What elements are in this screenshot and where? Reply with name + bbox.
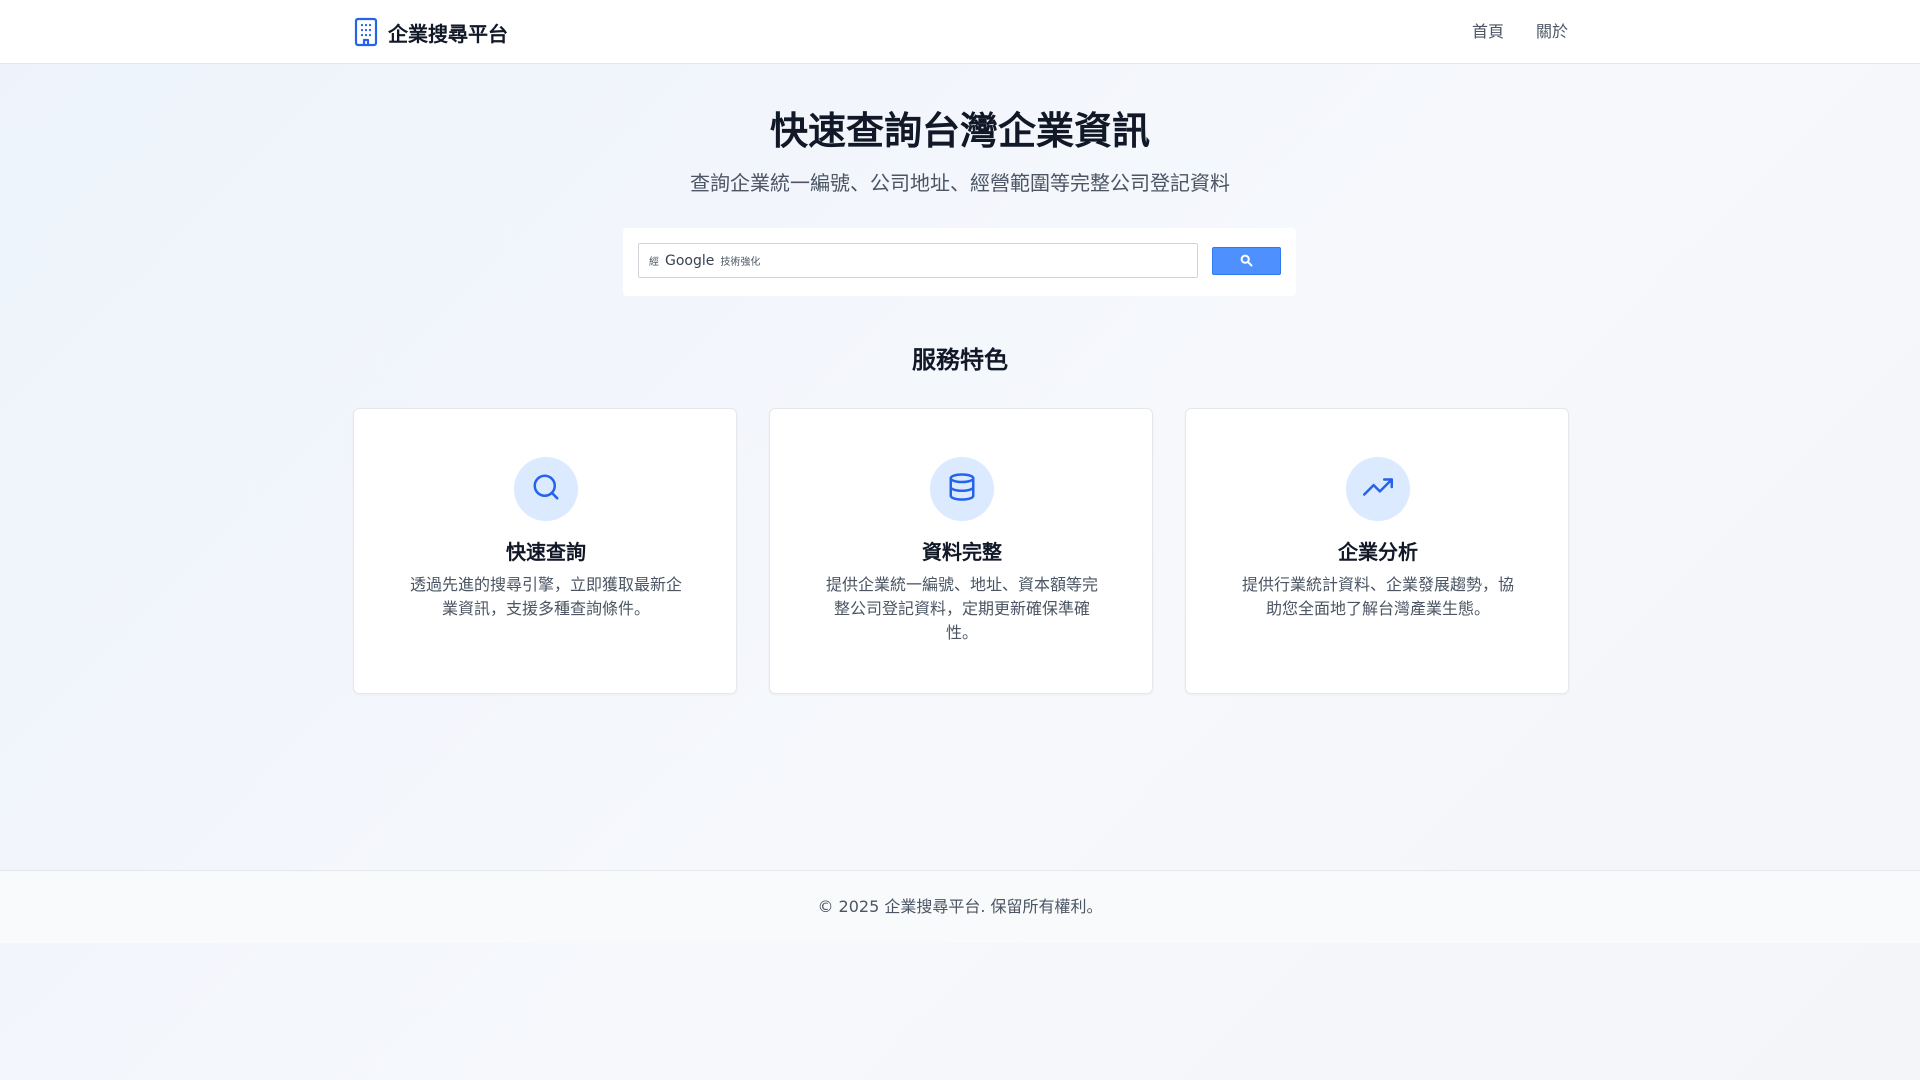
search-icon — [531, 472, 561, 506]
feature-card-description: 提供行業統計資料、企業發展趨勢，協助您全面地了解台灣產業生態。 — [1241, 575, 1514, 618]
copyright-text: © 2025 企業搜尋平台. 保留所有權利。 — [817, 897, 1103, 916]
hero-title: 快速查詢台灣企業資訊 — [769, 109, 1150, 153]
site-header: 企業搜尋平台 首頁 關於 — [0, 0, 1920, 64]
database-icon — [947, 472, 977, 506]
feature-card-description: 提供企業統一編號、地址、資本額等完整公司登記資料，定期更新確保準確性。 — [825, 575, 1098, 642]
search-button[interactable] — [1212, 247, 1281, 275]
feature-icon-wrap — [1346, 457, 1410, 521]
hero-subtitle: 查詢企業統一編號、公司地址、經營範圍等完整公司登記資料 — [690, 171, 1230, 195]
building-icon — [354, 17, 378, 47]
search-icon — [1240, 252, 1253, 271]
google-logo: Google — [665, 252, 715, 269]
search-input[interactable]: 經 Google 技術強化 — [638, 243, 1198, 278]
feature-card-data: 資料完整 提供企業統一編號、地址、資本額等完整公司登記資料，定期更新確保準確性。 — [769, 408, 1153, 694]
features-title: 服務特色 — [912, 346, 1008, 374]
nav-link-about[interactable]: 關於 — [1536, 20, 1568, 44]
search-box: 經 Google 技術強化 — [623, 228, 1296, 296]
brand-name: 企業搜尋平台 — [388, 21, 508, 46]
search-watermark-prefix: 經 — [649, 257, 659, 268]
search-watermark-suffix: 技術強化 — [720, 257, 761, 268]
feature-card-title: 快速查詢 — [506, 540, 586, 564]
site-footer: © 2025 企業搜尋平台. 保留所有權利。 — [0, 870, 1920, 943]
trending-up-icon — [1363, 472, 1393, 506]
feature-card-description: 透過先進的搜尋引擎，立即獲取最新企業資訊，支援多種查詢條件。 — [409, 575, 682, 618]
feature-card-analysis: 企業分析 提供行業統計資料、企業發展趨勢，協助您全面地了解台灣產業生態。 — [1185, 408, 1569, 694]
feature-icon-wrap — [930, 457, 994, 521]
feature-icon-wrap — [514, 457, 578, 521]
main-nav: 首頁 關於 — [1472, 20, 1568, 44]
feature-card-search: 快速查詢 透過先進的搜尋引擎，立即獲取最新企業資訊，支援多種查詢條件。 — [353, 408, 737, 694]
brand-link[interactable]: 企業搜尋平台 — [354, 15, 508, 49]
feature-card-title: 企業分析 — [1338, 540, 1418, 564]
nav-link-home[interactable]: 首頁 — [1472, 20, 1504, 44]
feature-card-title: 資料完整 — [922, 540, 1002, 564]
